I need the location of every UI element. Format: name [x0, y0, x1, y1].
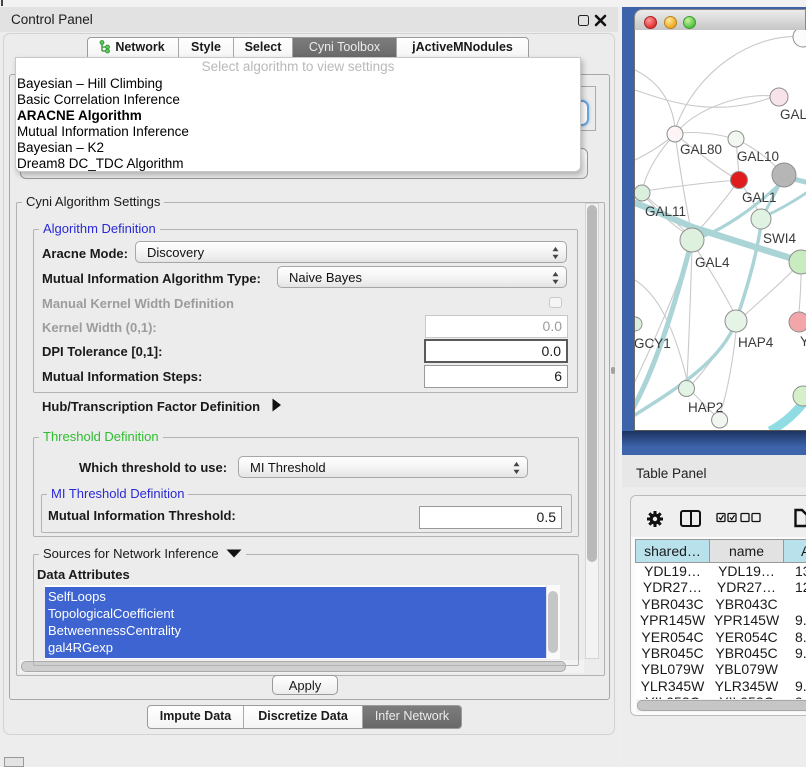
- svg-text:GAL1: GAL1: [742, 190, 777, 205]
- svg-text:GCY1: GCY1: [634, 336, 671, 351]
- svg-text:HAP4: HAP4: [738, 335, 774, 350]
- svg-text:GAL80: GAL80: [680, 142, 722, 157]
- svg-text:GAL7: GAL7: [780, 107, 806, 122]
- svg-text:GAL11: GAL11: [645, 204, 686, 219]
- svg-text:GAL10: GAL10: [737, 149, 779, 164]
- svg-text:SWI4: SWI4: [763, 231, 796, 246]
- svg-text:GAL4: GAL4: [695, 255, 730, 270]
- svg-text:HAP2: HAP2: [688, 400, 723, 415]
- svg-text:Y: Y: [800, 334, 806, 349]
